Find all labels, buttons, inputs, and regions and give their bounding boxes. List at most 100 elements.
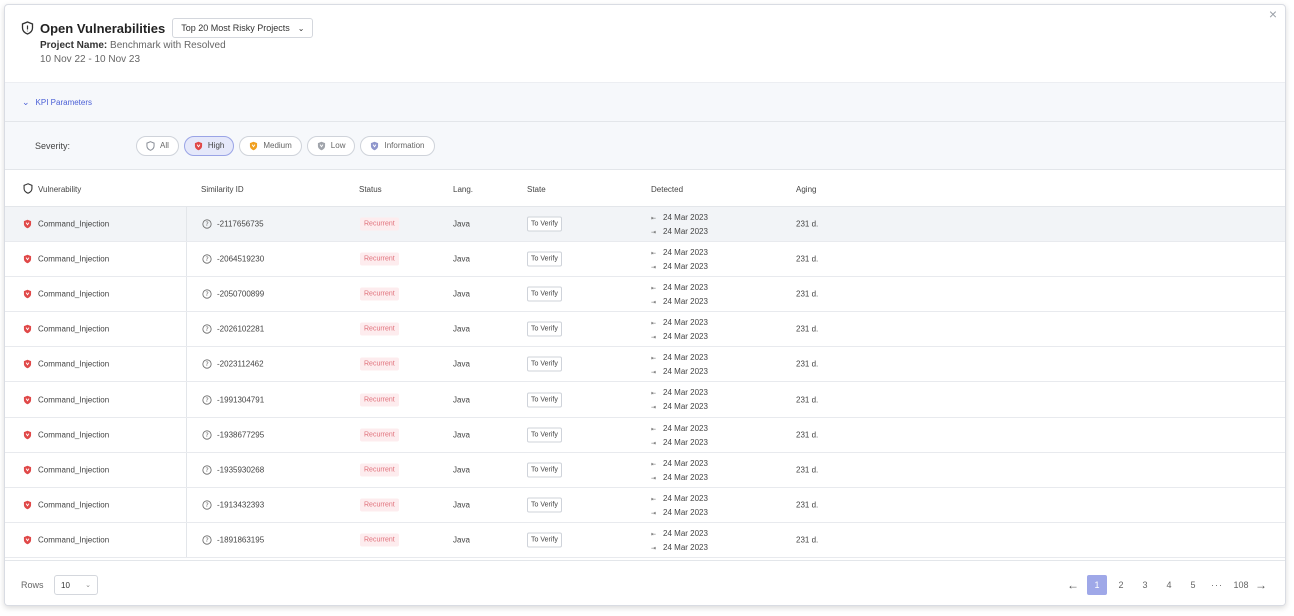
first-detected-icon: ⇤ [651, 286, 657, 293]
similarity-id: -1991304791 [217, 395, 265, 405]
help-icon[interactable]: ? [202, 394, 212, 405]
page-button-1[interactable]: 1 [1087, 575, 1107, 595]
page-button-3[interactable]: 3 [1135, 575, 1155, 595]
state-dropdown[interactable]: To Verify [527, 356, 562, 372]
last-detected: ⇥ 24 Mar 2023 [651, 543, 708, 552]
language: Java [453, 289, 470, 299]
table-row[interactable]: Command_Injection? -2050700899 Recurrent Ja… [5, 277, 1285, 313]
status-badge: Recurrent [360, 498, 399, 512]
first-detected: ⇤ 24 Mar 2023 [651, 318, 708, 327]
help-icon[interactable]: ? [202, 500, 212, 510]
severity-high-icon [23, 535, 32, 545]
vulnerability-name[interactable]: Command_Injection [38, 220, 109, 229]
column-aging[interactable]: Aging [796, 185, 816, 194]
language: Java [453, 430, 470, 440]
help-icon[interactable]: ? [202, 254, 212, 264]
page-button-last[interactable]: 108 [1231, 575, 1251, 595]
table-row[interactable]: Command_Injection? -1935930268 Recurrent Ja… [5, 452, 1285, 488]
severity-chip-all[interactable]: All [136, 135, 179, 156]
table-row[interactable]: Command_Injection? -1991304791 Recurrent Ja… [5, 382, 1285, 418]
language: Java [453, 465, 470, 475]
column-detected[interactable]: Detected [651, 185, 683, 194]
column-vulnerability[interactable]: Vulnerability [38, 185, 81, 194]
table-row[interactable]: Command_Injection? -1913432393 Recurrent Ja… [5, 487, 1285, 523]
similarity-id: -2117656735 [217, 219, 264, 229]
table-body: Command_Injection? -2117656735 Recurrent Ja… [5, 207, 1285, 558]
kpi-parameters-toggle[interactable]: ⌄ KPI Parameters [5, 82, 1285, 122]
column-divider [186, 207, 187, 242]
vulnerability-name[interactable]: Command_Injection [38, 430, 109, 439]
severity-chip-information[interactable]: Information [360, 135, 435, 156]
severity-low-icon [317, 141, 325, 150]
severity-medium-icon [250, 141, 258, 150]
help-icon[interactable]: ? [202, 219, 212, 229]
page-button-5[interactable]: 5 [1183, 575, 1203, 595]
help-icon[interactable]: ? [202, 289, 212, 299]
help-icon[interactable]: ? [202, 465, 212, 475]
vulnerabilities-modal: × Open Vulnerabilities Top 20 Most Risky… [4, 4, 1286, 606]
first-detected-date: 24 Mar 2023 [663, 213, 708, 222]
state-dropdown[interactable]: To Verify [527, 392, 562, 408]
state-dropdown[interactable]: To Verify [527, 427, 562, 443]
help-icon[interactable]: ? [202, 430, 212, 440]
vulnerability-name[interactable]: Command_Injection [38, 290, 109, 299]
severity-filter: Severity: All High Medium Low Information [5, 122, 1285, 170]
aging-value: 231 d. [796, 359, 819, 369]
language: Java [453, 254, 470, 264]
status-badge: Recurrent [360, 463, 399, 477]
status-badge: Recurrent [360, 533, 399, 547]
state-dropdown[interactable]: To Verify [527, 321, 562, 337]
shield-icon [21, 21, 34, 35]
table-row[interactable]: Command_Injection? -2023112462 Recurrent Ja… [5, 347, 1285, 383]
previous-page-icon[interactable]: ← [1063, 578, 1083, 592]
column-divider [186, 417, 187, 452]
risky-projects-dropdown[interactable]: Top 20 Most Risky Projects ⌄ [172, 18, 314, 38]
state-dropdown[interactable]: To Verify [527, 497, 562, 513]
vulnerability-name[interactable]: Command_Injection [38, 500, 109, 509]
table-row[interactable]: Command_Injection? -2117656735 Recurrent Ja… [5, 207, 1285, 243]
page-button-4[interactable]: 4 [1159, 575, 1179, 595]
last-detected: ⇥ 24 Mar 2023 [651, 438, 708, 447]
state-dropdown[interactable]: To Verify [527, 462, 562, 478]
severity-high-icon [23, 289, 32, 299]
help-icon[interactable]: ? [202, 535, 212, 545]
column-lang[interactable]: Lang. [453, 185, 473, 194]
column-state[interactable]: State [527, 185, 546, 194]
vulnerability-name[interactable]: Command_Injection [38, 535, 109, 544]
aging-value: 231 d. [796, 500, 819, 510]
help-icon[interactable]: ? [202, 324, 212, 334]
table-row[interactable]: Command_Injection? -2064519230 Recurrent Ja… [5, 242, 1285, 278]
state-dropdown[interactable]: To Verify [527, 286, 562, 302]
page-button-2[interactable]: 2 [1111, 575, 1131, 595]
severity-chip-low[interactable]: Low [306, 135, 356, 156]
severity-chip-high[interactable]: High [183, 135, 235, 156]
column-divider [186, 312, 187, 347]
rows-per-page-select[interactable]: 10 ⌄ [54, 575, 98, 595]
next-page-icon[interactable]: → [1251, 578, 1271, 592]
first-detected-icon: ⇤ [651, 321, 657, 328]
vulnerability-name[interactable]: Command_Injection [38, 325, 109, 334]
svg-text:?: ? [205, 397, 208, 404]
state-dropdown[interactable]: To Verify [527, 532, 562, 548]
aging-value: 231 d. [796, 395, 819, 405]
state-dropdown[interactable]: To Verify [527, 251, 562, 267]
vulnerability-name[interactable]: Command_Injection [38, 255, 109, 264]
table-row[interactable]: Command_Injection? -2026102281 Recurrent Ja… [5, 312, 1285, 348]
rows-per-page-value: 10 [61, 581, 70, 590]
column-status[interactable]: Status [359, 185, 382, 194]
title-row: Open Vulnerabilities Top 20 Most Risky P… [21, 18, 1285, 38]
help-icon[interactable]: ? [202, 359, 212, 370]
table-row[interactable]: Command_Injection? -1891863195 Recurrent Ja… [5, 522, 1285, 558]
status-badge: Recurrent [360, 322, 399, 336]
vulnerability-name[interactable]: Command_Injection [38, 360, 109, 369]
vulnerability-name[interactable]: Command_Injection [38, 465, 109, 474]
table-row[interactable]: Command_Injection? -1938677295 Recurrent Ja… [5, 417, 1285, 453]
vulnerability-name[interactable]: Command_Injection [38, 395, 109, 404]
severity-chip-medium[interactable]: Medium [239, 135, 302, 156]
severity-high-icon [23, 360, 32, 369]
first-detected-date: 24 Mar 2023 [663, 423, 708, 433]
column-similarity-id[interactable]: Similarity ID [201, 185, 244, 194]
status-badge: Recurrent [360, 287, 399, 301]
state-dropdown[interactable]: To Verify [527, 216, 562, 232]
last-detected: ⇥ 24 Mar 2023 [651, 262, 708, 271]
